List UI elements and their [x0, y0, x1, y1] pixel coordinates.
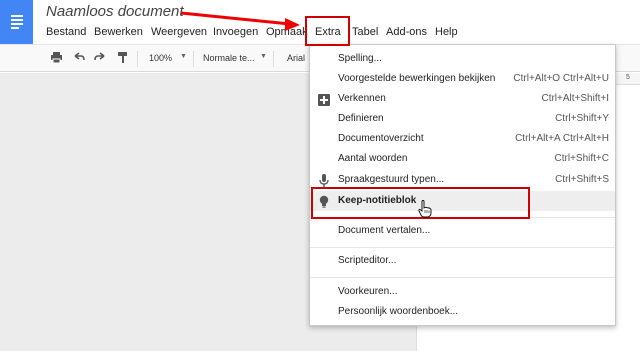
app-window: Naamloos document Bestand Bewerken Weerg…	[0, 0, 640, 351]
red-arrow-icon	[180, 11, 300, 31]
hand-cursor-icon	[418, 200, 432, 218]
